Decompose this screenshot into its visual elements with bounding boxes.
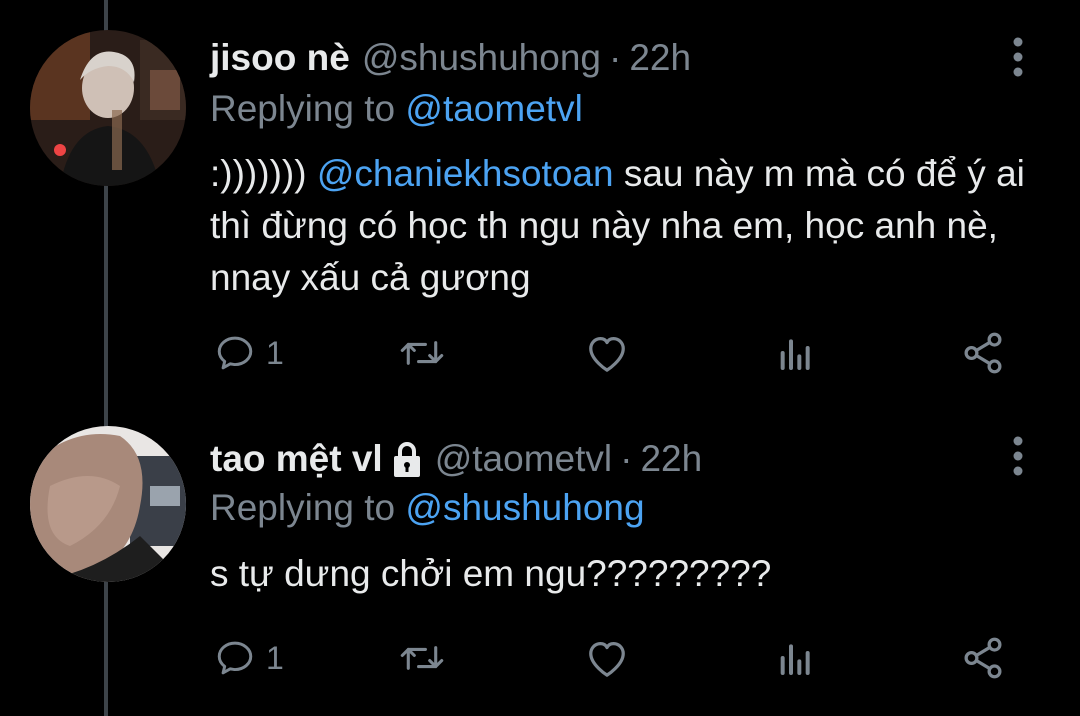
tweet-text: :))))))) @chaniekhsotoan sau này m mà có… <box>210 148 1030 304</box>
tweet-mention[interactable]: @chaniekhsotoan <box>317 153 614 194</box>
retweet-button[interactable] <box>398 328 446 378</box>
replying-to-label: Replying to <box>210 487 396 528</box>
tweet-header: tao mệt vl @taometvl · 22h <box>210 437 702 481</box>
retweet-icon <box>400 341 444 365</box>
replying-to-label: Replying to <box>210 88 396 129</box>
retweet-icon <box>400 646 444 670</box>
reply-count: 1 <box>266 334 284 371</box>
replying-to-line: Replying to @taometvl <box>210 87 583 131</box>
timestamp[interactable]: 22h <box>640 437 702 481</box>
reply-button[interactable]: 1 <box>214 633 284 683</box>
tweet-item[interactable]: jisoo nè @shushuhong · 22h Replying to @… <box>0 0 1080 400</box>
more-vertical-icon[interactable] <box>1008 36 1028 78</box>
timestamp[interactable]: 22h <box>629 36 691 80</box>
comment-bubble-icon <box>217 641 253 675</box>
replying-to-line: Replying to @shushuhong <box>210 486 645 530</box>
analytics-icon <box>780 339 810 370</box>
like-button[interactable] <box>584 328 630 378</box>
tweet-header: jisoo nè @shushuhong · 22h <box>210 36 691 80</box>
like-button[interactable] <box>584 633 630 683</box>
reply-button[interactable]: 1 <box>214 328 284 378</box>
reply-count: 1 <box>266 639 284 676</box>
display-name[interactable]: jisoo nè <box>210 36 350 80</box>
separator-dot: · <box>620 438 633 479</box>
tweet-text-prefix: :))))))) <box>210 153 317 194</box>
analytics-button[interactable] <box>776 328 816 378</box>
analytics-button[interactable] <box>776 633 816 683</box>
avatar[interactable] <box>30 426 186 582</box>
lock-icon <box>393 442 420 477</box>
tweet-item[interactable]: tao mệt vl @taometvl · 22h Replying to @… <box>0 400 1080 716</box>
share-icon <box>964 332 1002 374</box>
share-icon <box>964 637 1002 679</box>
tweet-actions: 1 <box>214 633 1014 683</box>
analytics-icon <box>780 644 810 675</box>
tweet-actions: 1 <box>214 328 1014 378</box>
user-handle[interactable]: @shushuhong <box>362 36 601 80</box>
replying-to-mention[interactable]: @taometvl <box>405 88 582 129</box>
more-vertical-icon[interactable] <box>1008 435 1028 477</box>
comment-bubble-icon <box>217 336 253 370</box>
heart-icon <box>589 642 625 677</box>
display-name[interactable]: tao mệt vl <box>210 437 383 481</box>
separator-dot: · <box>609 37 622 78</box>
replying-to-mention[interactable]: @shushuhong <box>405 487 644 528</box>
user-handle[interactable]: @taometvl <box>435 437 612 481</box>
avatar[interactable] <box>30 30 186 186</box>
share-button[interactable] <box>960 328 1006 378</box>
retweet-button[interactable] <box>398 633 446 683</box>
share-button[interactable] <box>960 633 1006 683</box>
heart-icon <box>589 337 625 372</box>
tweet-text: s tự dưng chởi em ngu????????? <box>210 553 772 594</box>
